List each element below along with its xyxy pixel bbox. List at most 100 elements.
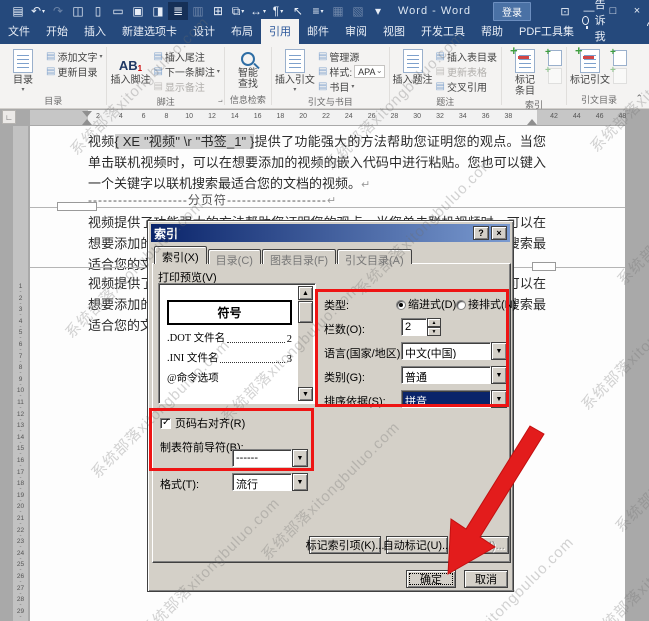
ribbon-button-添加文字[interactable]: ▤添加文字▾: [44, 49, 104, 64]
ribbon-tab-插入[interactable]: 插入: [76, 19, 114, 44]
columns-spinner[interactable]: 2 ▲▼: [401, 318, 441, 336]
login-button[interactable]: 登录: [493, 2, 531, 21]
dialog-launcher-icon[interactable]: ⌐: [218, 97, 223, 106]
list-icon[interactable]: ≡▾: [308, 2, 328, 20]
ribbon-tab-开始[interactable]: 开始: [38, 19, 76, 44]
insert-table-of-authorities-icon[interactable]: +: [613, 50, 627, 66]
formatting-marks-icon[interactable]: ¶▾: [268, 2, 288, 20]
print-preview-box[interactable]: 符号 .DOT 文件名2.INI 文件名3@命令选项 ▲ ▼: [158, 283, 316, 404]
ribbon-button-智能查找[interactable]: 智能 查找: [227, 46, 269, 90]
locked-icon-2[interactable]: ▧: [348, 2, 368, 20]
ribbon-tab-邮件[interactable]: 邮件: [299, 19, 337, 44]
columns-value[interactable]: 2: [401, 318, 427, 336]
ribbon-button-更新目录[interactable]: ▤更新目录: [44, 64, 104, 79]
category-combo[interactable]: 普通 ▼: [401, 366, 507, 384]
type-indented-radio[interactable]: 缩进式(D): [396, 296, 456, 312]
copy-icon[interactable]: ⧉▾: [228, 2, 248, 20]
ribbon-button-插入表目录[interactable]: ▤插入表目录: [434, 49, 499, 64]
ribbon-tab-帮助[interactable]: 帮助: [473, 19, 511, 44]
sort-by-combo[interactable]: 拼音 ▼: [401, 390, 507, 408]
ribbon-tab-布局[interactable]: 布局: [223, 19, 261, 44]
print-preview-icon[interactable]: ◫: [68, 2, 88, 20]
select-pointer-icon[interactable]: ↖: [288, 2, 308, 20]
left-indent-marker[interactable]: [82, 119, 92, 125]
mark-entry-button[interactable]: 标记索引项(K)...: [309, 536, 381, 554]
ribbon-button-样式[interactable]: ▤样式:APA: [316, 64, 387, 79]
tell-me-label[interactable]: 告诉我: [595, 0, 617, 44]
right-align-checkbox[interactable]: 页码右对齐(R): [160, 415, 245, 431]
cancel-button[interactable]: 取消: [464, 570, 508, 588]
type-runin-radio[interactable]: 接排式(N): [456, 296, 516, 312]
paste-icon[interactable]: ▣: [128, 2, 148, 20]
modify-button[interactable]: 修改(M)...: [453, 536, 509, 554]
dialog-help-icon[interactable]: ?: [473, 226, 489, 240]
tab-leader-value[interactable]: ------: [232, 449, 292, 467]
sort-by-value[interactable]: 拼音: [401, 390, 491, 408]
index-dialog-title-bar[interactable]: 索引 ? ×: [151, 224, 510, 242]
ribbon-tab-设计[interactable]: 设计: [185, 19, 223, 44]
open-icon[interactable]: ▭: [108, 2, 128, 20]
collapse-ribbon-icon[interactable]: ⌃: [635, 93, 643, 104]
index-dialog[interactable]: 索引 ? × 索引(X)目录(C)图表目录(F)引文目录(A) 打印预览(V) …: [147, 220, 514, 592]
ribbon-tab-文件[interactable]: 文件: [0, 19, 38, 44]
insert-table-icon[interactable]: ⊞: [208, 2, 228, 20]
ribbon-tab-PDF工具集[interactable]: PDF工具集: [511, 19, 582, 44]
spacing-icon[interactable]: ↔▾: [248, 2, 268, 20]
ribbon-tab-新建选项卡[interactable]: 新建选项卡: [114, 19, 185, 44]
ribbon-tab-视图[interactable]: 视图: [375, 19, 413, 44]
format-value[interactable]: 流行: [232, 473, 292, 491]
ribbon-display-options-icon[interactable]: ⊡: [553, 1, 577, 21]
category-value[interactable]: 普通: [401, 366, 491, 384]
language-combo[interactable]: 中文(中国) ▼: [401, 342, 507, 360]
xe-field-code[interactable]: { XE "视频" \r "书签_1" }: [115, 134, 255, 149]
redo-icon[interactable]: ↷: [48, 2, 68, 20]
qat-customize-icon[interactable]: ▾: [368, 2, 388, 20]
undo-icon[interactable]: ↶▾: [28, 2, 48, 20]
new-document-icon[interactable]: ▯: [88, 2, 108, 20]
ribbon-tab-开发工具[interactable]: 开发工具: [413, 19, 473, 44]
dropdown-arrow-icon[interactable]: ▼: [491, 342, 507, 360]
dialog-tab-目录(C)[interactable]: 目录(C): [208, 249, 261, 264]
automark-button[interactable]: 自动标记(U)...: [386, 536, 448, 554]
tab-leader-combo[interactable]: ------ ▼: [232, 449, 308, 467]
save-icon[interactable]: ▤: [8, 2, 28, 20]
ribbon-button-插入尾注[interactable]: ▤插入尾注: [151, 49, 221, 64]
ribbon-tab-审阅[interactable]: 审阅: [337, 19, 375, 44]
ribbon-button-标记条目[interactable]: +标记 条目: [504, 46, 546, 97]
draft-view-icon[interactable]: ≣: [168, 2, 188, 20]
scroll-up-icon[interactable]: ▲: [298, 286, 313, 300]
ribbon-button-管理源[interactable]: ▤管理源: [316, 49, 387, 64]
dropdown-arrow-icon[interactable]: ▼: [292, 473, 308, 491]
scroll-down-icon[interactable]: ▼: [298, 387, 313, 401]
ribbon-button-标记引文[interactable]: +标记引文: [569, 46, 611, 86]
dialog-close-icon[interactable]: ×: [491, 226, 507, 240]
ribbon-button-插入引文[interactable]: 插入引文▾: [274, 46, 316, 93]
paragraph-1[interactable]: 视频{ XE "视频" \r "书签_1" }提供了功能强大的方法帮助您证明您的…: [88, 131, 546, 196]
first-line-indent-marker[interactable]: [82, 111, 92, 117]
spin-down-icon[interactable]: ▼: [427, 327, 441, 336]
ribbon-button-目录[interactable]: 目录▾: [2, 46, 44, 93]
scrollbar-thumb[interactable]: [298, 301, 313, 323]
tab-stop-selector[interactable]: ∟: [2, 110, 16, 124]
ok-button[interactable]: 确定: [406, 570, 456, 588]
ribbon-button-插入脚注[interactable]: AB1插入脚注: [109, 46, 151, 86]
dropdown-arrow-icon[interactable]: ▼: [491, 366, 507, 384]
ribbon-button-书目[interactable]: ▤书目▾: [316, 79, 387, 94]
unavailable-icon[interactable]: ▥: [188, 2, 208, 20]
dialog-tab-索引(X)[interactable]: 索引(X): [154, 246, 207, 264]
locked-icon[interactable]: ▦: [328, 2, 348, 20]
right-indent-marker[interactable]: [527, 119, 537, 125]
ribbon-button-下一条脚注[interactable]: ▤下一条脚注▾: [151, 64, 221, 79]
preview-scrollbar[interactable]: ▲ ▼: [298, 286, 313, 401]
insert-index-icon[interactable]: +: [548, 50, 562, 66]
ribbon-tab-引用[interactable]: 引用: [261, 19, 299, 44]
dropdown-arrow-icon[interactable]: ▼: [292, 449, 308, 467]
spin-up-icon[interactable]: ▲: [427, 318, 441, 327]
language-value[interactable]: 中文(中国): [401, 342, 491, 360]
dialog-tab-图表目录(F)[interactable]: 图表目录(F): [262, 249, 336, 264]
ribbon-button-插入题注[interactable]: 插入题注: [392, 46, 434, 86]
ribbon-button-交叉引用[interactable]: ▤交叉引用: [434, 79, 499, 94]
quick-print-icon[interactable]: ◨: [148, 2, 168, 20]
dialog-tab-引文目录(A)[interactable]: 引文目录(A): [337, 249, 412, 264]
dropdown-arrow-icon[interactable]: ▼: [491, 390, 507, 408]
